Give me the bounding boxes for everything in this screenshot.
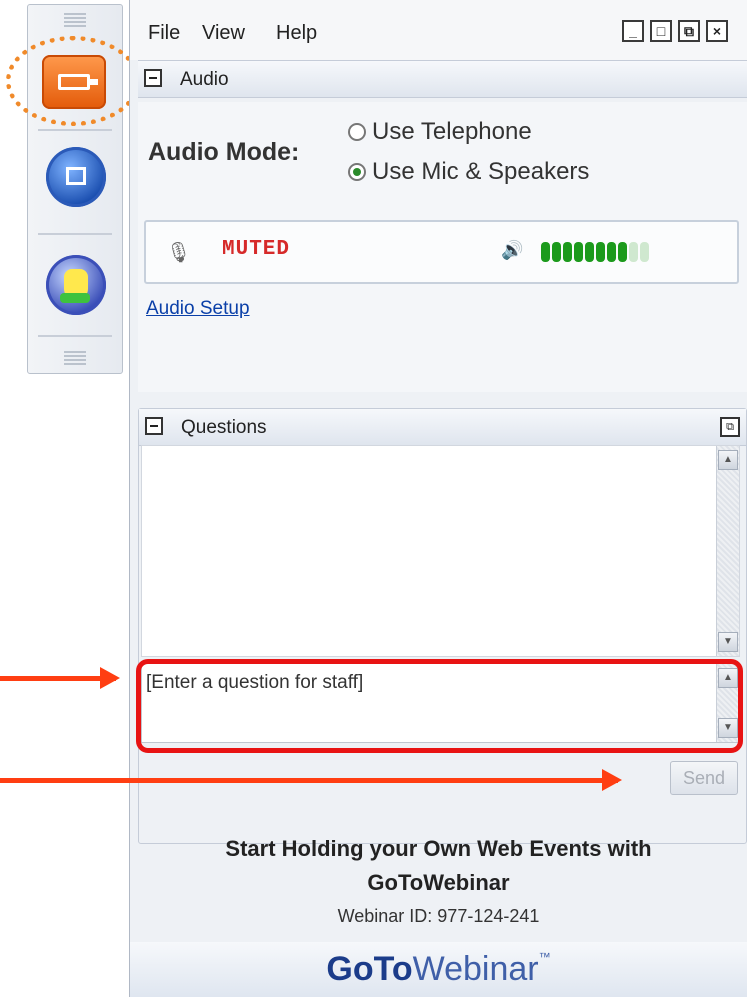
promo-line-2: GoToWebinar [367, 870, 510, 895]
radio-button[interactable] [348, 123, 366, 141]
highlight-callout [6, 36, 140, 126]
arrow-to-send [0, 769, 622, 791]
mic-status: MUTED [222, 238, 291, 261]
radio-telephone-label: Use Telephone [372, 118, 532, 145]
maximize-button[interactable]: □ [650, 20, 672, 42]
control-panel: File View Help _ □ ⧉ × Audio Audio Mode:… [129, 0, 747, 997]
menu-file[interactable]: File [148, 22, 180, 45]
input-highlight-box [136, 659, 743, 753]
audio-setup-link[interactable]: Audio Setup [146, 298, 250, 320]
scrollbar[interactable]: ▲ ▼ [716, 446, 739, 656]
level-segment [574, 242, 583, 262]
scroll-up-icon[interactable]: ▲ [718, 450, 738, 470]
level-segment [541, 242, 550, 262]
screen-share-icon[interactable] [46, 147, 106, 207]
collapse-icon[interactable] [144, 69, 162, 87]
speaker-icon: 🔊 [501, 240, 524, 260]
raise-hand-icon[interactable] [46, 255, 106, 315]
radio-button[interactable] [348, 163, 366, 181]
divider [38, 335, 112, 337]
radio-telephone[interactable]: Use Telephone [348, 118, 532, 146]
drag-grip[interactable] [64, 351, 86, 365]
divider [38, 129, 112, 131]
speaker-level-meter [541, 242, 649, 262]
audio-section-title: Audio [180, 69, 229, 90]
restore-button[interactable]: ⧉ [678, 20, 700, 42]
level-segment [563, 242, 572, 262]
close-button[interactable]: × [706, 20, 728, 42]
popout-icon[interactable]: ⧉ [720, 417, 740, 437]
scroll-down-icon[interactable]: ▼ [718, 632, 738, 652]
questions-log[interactable]: ▲ ▼ [141, 445, 740, 657]
questions-section-title: Questions [181, 417, 267, 438]
menu-bar: File View Help _ □ ⧉ × [130, 0, 747, 60]
promo-block: Start Holding your Own Web Events with G… [130, 836, 747, 927]
radio-mic-speakers[interactable]: Use Mic & Speakers [348, 158, 589, 186]
drag-grip[interactable] [64, 13, 86, 27]
audio-status-strip: 🎙 MUTED 🔊 [144, 220, 739, 284]
radio-mic-speakers-label: Use Mic & Speakers [372, 158, 590, 185]
level-segment [585, 242, 594, 262]
audio-pane: Audio Mode: Use Telephone Use Mic & Spea… [138, 102, 747, 392]
send-button[interactable]: Send [670, 761, 738, 795]
promo-line-1: Start Holding your Own Web Events with [225, 836, 652, 861]
arrow-to-input [0, 667, 120, 689]
menu-help[interactable]: Help [276, 22, 317, 45]
webinar-id: Webinar ID: 977-124-241 [337, 906, 540, 926]
minimize-button[interactable]: _ [622, 20, 644, 42]
menu-view[interactable]: View [202, 22, 245, 45]
audio-mode-label: Audio Mode: [148, 138, 300, 166]
level-segment [629, 242, 638, 262]
divider [38, 233, 112, 235]
level-segment [618, 242, 627, 262]
level-segment [640, 242, 649, 262]
level-segment [607, 242, 616, 262]
level-segment [596, 242, 605, 262]
collapse-icon[interactable] [145, 417, 163, 435]
microphone-icon[interactable]: 🎙 [166, 240, 191, 266]
brand-bar: GoToWebinar™ [130, 942, 747, 997]
gotowebinar-logo: GoToWebinar™ [326, 950, 551, 988]
questions-section-header[interactable]: Questions ⧉ [139, 409, 746, 446]
level-segment [552, 242, 561, 262]
audio-section-header[interactable]: Audio [138, 60, 747, 98]
